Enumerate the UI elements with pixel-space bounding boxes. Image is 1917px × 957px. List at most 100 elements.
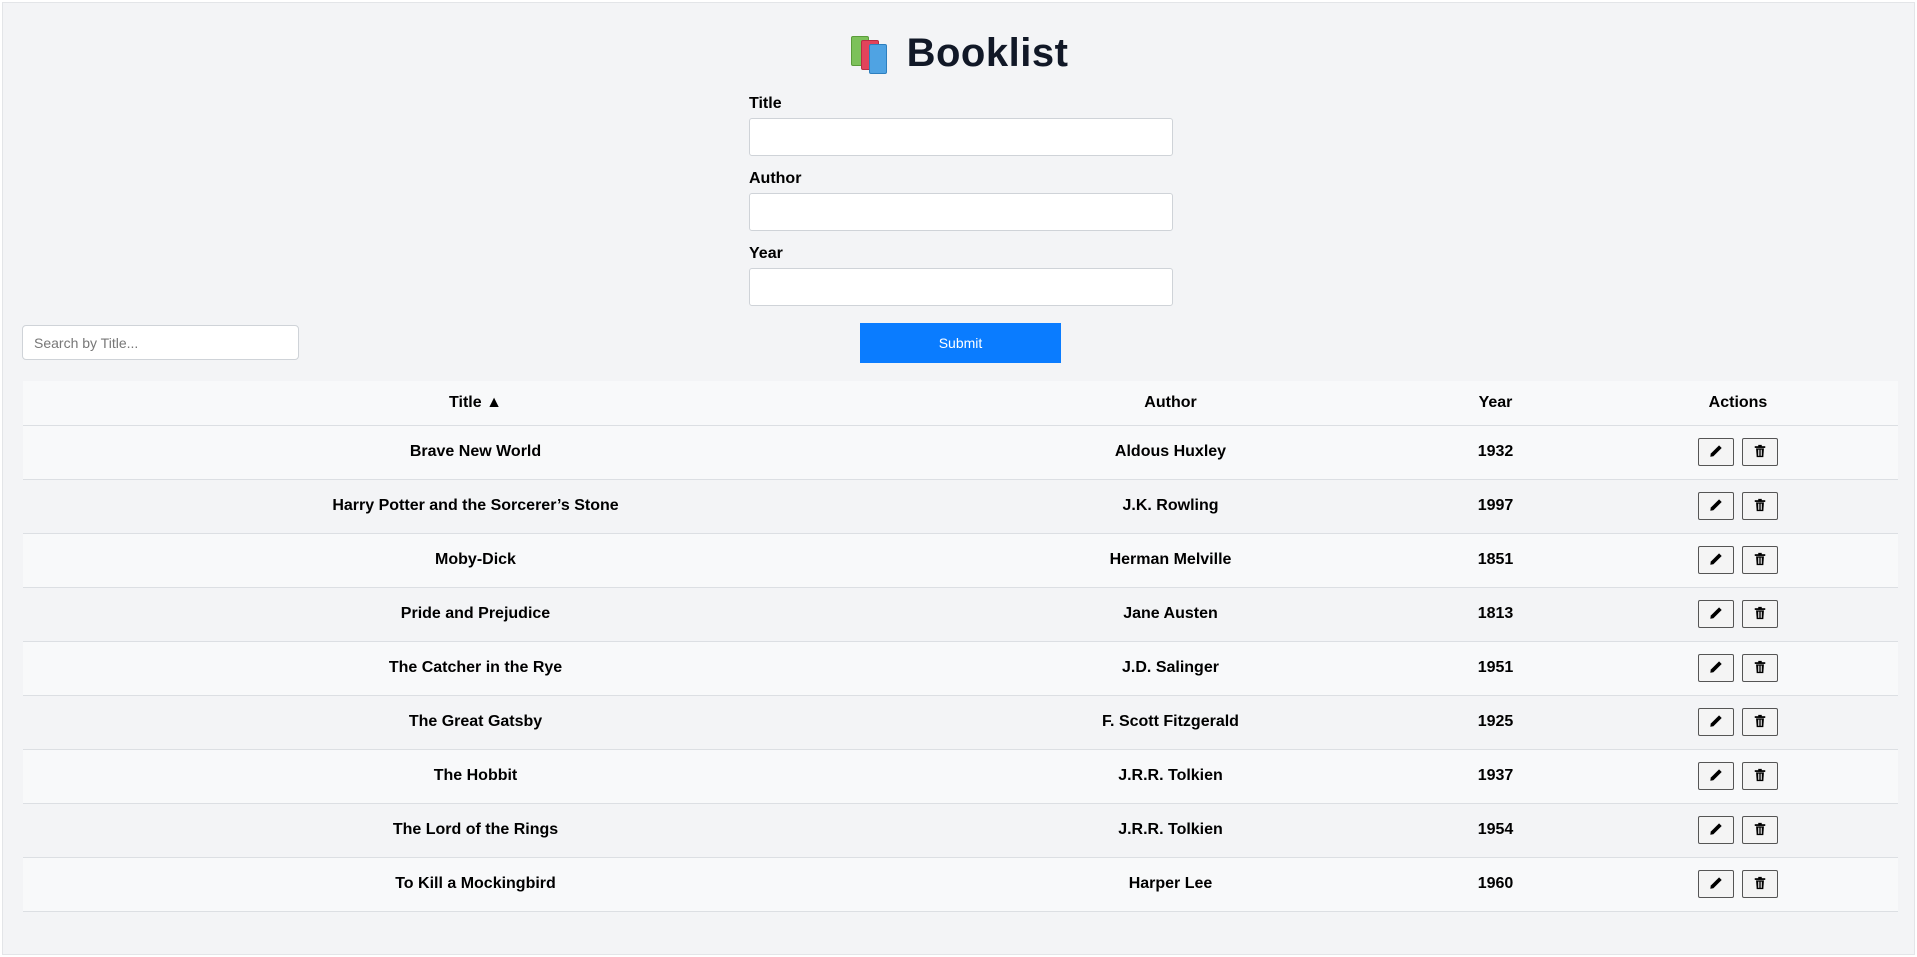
book-author-cell: J.D. Salinger (928, 641, 1413, 696)
book-year-cell: 1954 (1413, 803, 1578, 858)
book-author-cell: Aldous Huxley (928, 425, 1413, 480)
page: Booklist Title Author Year Submit Title … (2, 2, 1915, 955)
delete-button[interactable] (1742, 654, 1778, 682)
add-book-form: Title Author Year (749, 95, 1173, 320)
author-column-header[interactable]: Author (928, 381, 1413, 426)
trash-icon (1753, 660, 1767, 677)
book-year-cell: 1960 (1413, 857, 1578, 912)
book-actions-cell (1578, 695, 1898, 750)
table-row: Pride and Prejudice Jane Austen 1813 (23, 587, 1898, 642)
year-field-label: Year (749, 245, 783, 262)
delete-button[interactable] (1742, 816, 1778, 844)
trash-icon (1753, 822, 1767, 839)
trash-icon (1753, 768, 1767, 785)
search-input[interactable] (22, 325, 299, 360)
trash-icon (1753, 876, 1767, 893)
table-row: Brave New World Aldous Huxley 1932 (23, 425, 1898, 480)
actions-column-header: Actions (1578, 381, 1898, 426)
pencil-icon (1709, 552, 1723, 569)
book-year-cell: 1997 (1413, 479, 1578, 534)
delete-button[interactable] (1742, 870, 1778, 898)
delete-button[interactable] (1742, 708, 1778, 736)
book-author-cell: F. Scott Fitzgerald (928, 695, 1413, 750)
book-actions-cell (1578, 425, 1898, 480)
title-field[interactable] (749, 118, 1173, 156)
book-actions-cell (1578, 803, 1898, 858)
pencil-icon (1709, 714, 1723, 731)
author-field[interactable] (749, 193, 1173, 231)
author-field-label: Author (749, 170, 802, 187)
delete-button[interactable] (1742, 600, 1778, 628)
book-author-cell: Jane Austen (928, 587, 1413, 642)
books-icon (849, 34, 893, 74)
book-title-cell: The Lord of the Rings (23, 803, 928, 858)
book-title-cell: The Catcher in the Rye (23, 641, 928, 696)
book-author-cell: J.K. Rowling (928, 479, 1413, 534)
delete-button[interactable] (1742, 492, 1778, 520)
book-actions-cell (1578, 533, 1898, 588)
edit-button[interactable] (1698, 654, 1734, 682)
submit-button[interactable]: Submit (860, 323, 1061, 363)
trash-icon (1753, 714, 1767, 731)
edit-button[interactable] (1698, 546, 1734, 574)
book-actions-cell (1578, 641, 1898, 696)
edit-button[interactable] (1698, 600, 1734, 628)
book-author-cell: Harper Lee (928, 857, 1413, 912)
book-actions-cell (1578, 587, 1898, 642)
book-title-cell: Harry Potter and the Sorcerer’s Stone (23, 479, 928, 534)
trash-icon (1753, 444, 1767, 461)
book-title-cell: The Great Gatsby (23, 695, 928, 750)
book-title-cell: The Hobbit (23, 749, 928, 804)
delete-button[interactable] (1742, 438, 1778, 466)
table-row: The Catcher in the Rye J.D. Salinger 1951 (23, 641, 1898, 696)
table-row: To Kill a Mockingbird Harper Lee 1960 (23, 857, 1898, 912)
book-year-cell: 1951 (1413, 641, 1578, 696)
year-column-header[interactable]: Year (1413, 381, 1578, 426)
trash-icon (1753, 606, 1767, 623)
table-row: The Lord of the Rings J.R.R. Tolkien 1954 (23, 803, 1898, 858)
pencil-icon (1709, 822, 1723, 839)
book-year-cell: 1932 (1413, 425, 1578, 480)
book-author-cell: J.R.R. Tolkien (928, 803, 1413, 858)
pencil-icon (1709, 876, 1723, 893)
year-field[interactable] (749, 268, 1173, 306)
book-actions-cell (1578, 857, 1898, 912)
table-row: Moby-Dick Herman Melville 1851 (23, 533, 1898, 588)
edit-button[interactable] (1698, 492, 1734, 520)
book-year-cell: 1937 (1413, 749, 1578, 804)
book-title-cell: Brave New World (23, 425, 928, 480)
edit-button[interactable] (1698, 708, 1734, 736)
header: Booklist (3, 31, 1914, 76)
table-row: Harry Potter and the Sorcerer’s Stone J.K… (23, 479, 1898, 534)
pencil-icon (1709, 768, 1723, 785)
title-field-label: Title (749, 95, 782, 112)
pencil-icon (1709, 444, 1723, 461)
book-title-cell: Moby-Dick (23, 533, 928, 588)
book-title-cell: Pride and Prejudice (23, 587, 928, 642)
trash-icon (1753, 498, 1767, 515)
book-author-cell: Herman Melville (928, 533, 1413, 588)
edit-button[interactable] (1698, 816, 1734, 844)
edit-button[interactable] (1698, 870, 1734, 898)
book-actions-cell (1578, 479, 1898, 534)
book-year-cell: 1813 (1413, 587, 1578, 642)
book-year-cell: 1851 (1413, 533, 1578, 588)
book-title-cell: To Kill a Mockingbird (23, 857, 928, 912)
books-table: Title ▲ Author Year Actions Brave New Wo… (23, 381, 1898, 912)
edit-button[interactable] (1698, 438, 1734, 466)
delete-button[interactable] (1742, 762, 1778, 790)
pencil-icon (1709, 606, 1723, 623)
pencil-icon (1709, 498, 1723, 515)
trash-icon (1753, 552, 1767, 569)
book-actions-cell (1578, 749, 1898, 804)
table-header-row: Title ▲ Author Year Actions (23, 381, 1898, 426)
table-row: The Hobbit J.R.R. Tolkien 1937 (23, 749, 1898, 804)
edit-button[interactable] (1698, 762, 1734, 790)
page-title: Booklist (906, 31, 1069, 75)
book-author-cell: J.R.R. Tolkien (928, 749, 1413, 804)
table-row: The Great Gatsby F. Scott Fitzgerald 1925 (23, 695, 1898, 750)
pencil-icon (1709, 660, 1723, 677)
book-year-cell: 1925 (1413, 695, 1578, 750)
title-column-header[interactable]: Title ▲ (23, 381, 928, 426)
delete-button[interactable] (1742, 546, 1778, 574)
